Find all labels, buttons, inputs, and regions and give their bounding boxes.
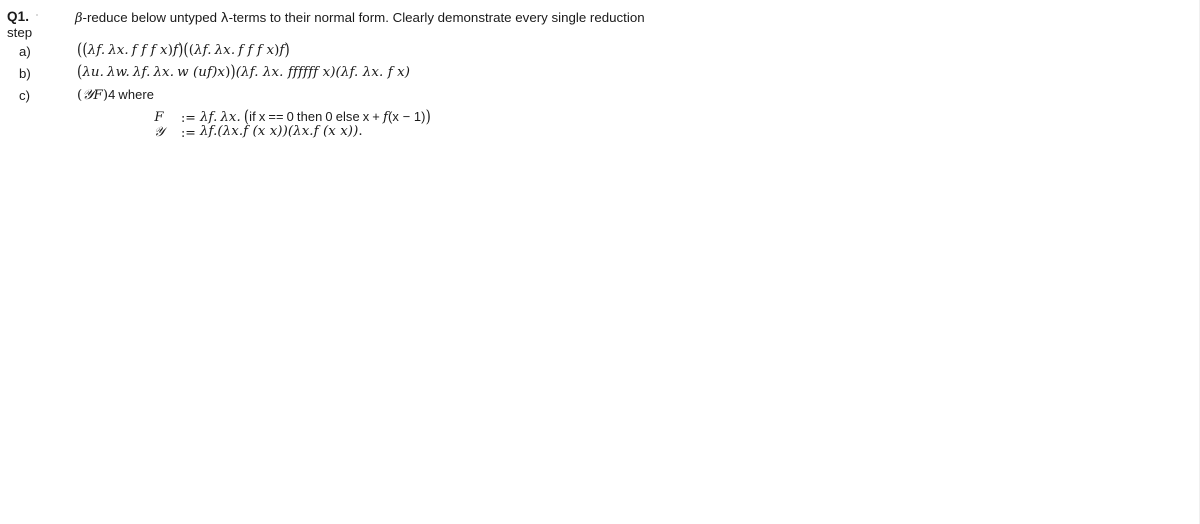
expr-b-open: (: [77, 62, 83, 83]
expr-b-lambda-w: λw.: [107, 65, 130, 80]
definition-assign-y: :=: [181, 125, 196, 140]
expr-b-third-term: (λf. λx. f x): [335, 65, 411, 80]
item-expression-a: ((λf. λx. f f f x)f)((λf. λx. f f f x)f): [77, 40, 290, 61]
def-y-term-2: (λx.f (x x)): [287, 124, 359, 139]
item-label-c: c): [19, 88, 30, 103]
def-f-close-paren: ): [425, 107, 431, 128]
question-header: Q1. β-reduce below untyped λ-terms to th…: [0, 8, 1190, 42]
expr-c-f-symbol: F: [93, 88, 103, 103]
def-f-lambda-f: λf.: [200, 110, 218, 125]
def-f-equality-operator: ==: [268, 109, 284, 124]
def-y-term-1: (λx.f (x x)): [217, 124, 288, 139]
definition-value-y: λf.(λx.f (x x))(λx.f (x x)).: [200, 124, 363, 139]
expr-b-second-term: (λf. λx. ffffff x): [235, 65, 336, 80]
expr-a-close-outer-2: ): [284, 40, 290, 61]
question-item-a: a) ((λf. λx. f f f x)f)((λf. λx. f f f x)f): [0, 40, 1190, 66]
lambda-symbol: λ: [220, 11, 229, 26]
expr-a-body-2: f f f x: [238, 43, 275, 58]
expr-b-lambda-u: λu.: [82, 65, 104, 80]
item-label-b: b): [19, 66, 31, 81]
expr-a-lambda-x-1: λx.: [108, 43, 129, 58]
expr-b-lambda-f: λf.: [132, 65, 151, 80]
def-f-then-keyword: then: [296, 109, 323, 124]
expr-a-lambda-f-2: λf.: [194, 43, 212, 58]
question-statement: β-reduce below untyped λ-terms to their …: [75, 10, 645, 26]
question-statement-continuation: step: [7, 25, 33, 40]
expr-b-close-outer: ): [230, 62, 236, 83]
beta-symbol: β: [75, 11, 83, 26]
question-item-b: b) (λu. λw. λf. λx. w (uf)x))(λf. λx. ffffff…: [0, 62, 1190, 88]
expr-c-y-combinator: 𝒴: [82, 87, 94, 103]
expr-c-numeral: 4: [108, 87, 116, 102]
def-f-var-x: x: [258, 109, 266, 124]
def-f-else-var: x: [362, 109, 370, 124]
expr-a-lambda-x-2: λx.: [214, 43, 236, 58]
definition-name-y: 𝒴: [153, 125, 165, 140]
expr-a-lambda-f-1: λf.: [87, 43, 106, 58]
def-f-plus-operator: +: [372, 109, 380, 124]
def-y-lambda-f: λf.: [200, 124, 218, 139]
question-number: Q1.: [7, 9, 30, 24]
statement-text-part2: -terms to their normal form. Clearly dem…: [228, 10, 645, 25]
item-expression-c: (𝒴F)4 where: [77, 87, 154, 103]
expr-a-open3: (: [183, 40, 189, 61]
item-expression-b: (λu. λw. λf. λx. w (uf)x))(λf. λx. ffffff x)…: [77, 62, 411, 83]
def-y-period: .: [358, 124, 363, 139]
definition-assign-f: :=: [181, 110, 196, 125]
def-f-call-argument: (x − 1): [387, 109, 426, 124]
expr-b-lambda-x: λx.: [153, 65, 175, 80]
definition-value-f: λf. λx. (if x == 0 then 0 else x + f(x − 1)): [200, 107, 431, 128]
def-f-if-keyword: if: [249, 109, 256, 124]
faint-mark-icon: [36, 14, 38, 16]
def-f-then-value: 0: [325, 109, 333, 124]
statement-text-part1: -reduce below untyped: [82, 10, 221, 25]
document-page: Q1. β-reduce below untyped λ-terms to th…: [0, 0, 1200, 524]
definition-name-f: F: [154, 110, 164, 125]
expr-a-open2: (: [82, 40, 88, 61]
def-f-zero: 0: [286, 109, 294, 124]
expr-b-body: w (uf)x: [177, 65, 226, 80]
question-item-c: c) (𝒴F)4 where: [0, 87, 1190, 110]
def-f-lambda-x: λx.: [220, 110, 241, 125]
expr-c-where-keyword: where: [118, 87, 155, 102]
def-f-else-keyword: else: [335, 109, 360, 124]
expr-a-body-1: f f f x: [131, 43, 168, 58]
item-label-a: a): [19, 44, 31, 59]
